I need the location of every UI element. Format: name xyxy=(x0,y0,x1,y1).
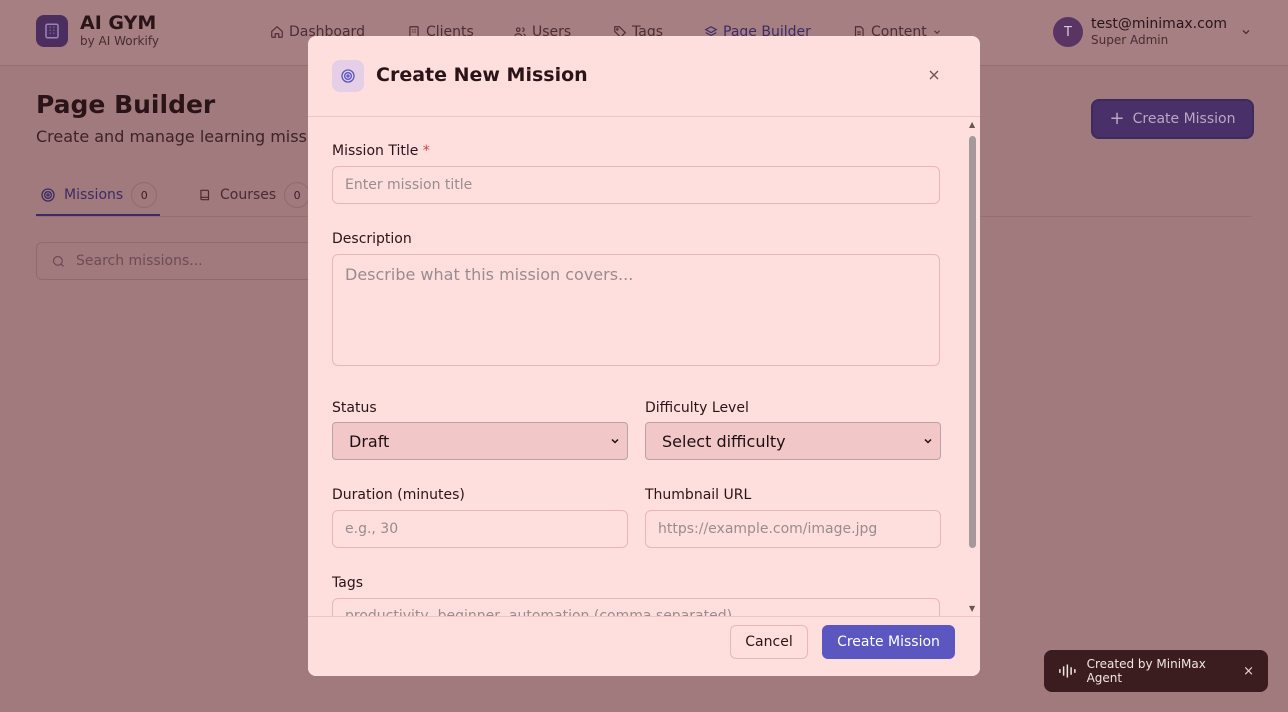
target-icon xyxy=(41,188,55,202)
building-logo-icon xyxy=(36,15,68,47)
badge-text: Created by MiniMax Agent xyxy=(1086,657,1206,685)
chevron-down-icon xyxy=(1242,30,1250,35)
required-marker: * xyxy=(422,143,430,159)
home-icon xyxy=(271,25,283,38)
plus-icon: + xyxy=(1109,108,1125,129)
user-role: Super Admin xyxy=(1091,33,1169,47)
book-icon xyxy=(200,189,210,201)
user-menu[interactable]: T test@minimax.com Super Admin xyxy=(1053,15,1252,49)
count-badge: 0 xyxy=(131,182,158,208)
user-email: test@minimax.com xyxy=(1091,16,1228,32)
create-mission-button[interactable]: + Create Mission xyxy=(1093,101,1252,137)
scroll-down-arrow-icon[interactable]: ▼ xyxy=(969,604,975,613)
brand[interactable]: AI GYM by AI Workify xyxy=(36,13,159,49)
description-textarea[interactable]: Describe what this mission covers... xyxy=(332,254,940,366)
cancel-button[interactable]: Cancel xyxy=(730,625,808,659)
avatar: T xyxy=(1053,17,1083,47)
create-mission-modal: Create New Mission Mission Title * Enter… xyxy=(308,36,980,676)
tab-courses[interactable]: Courses 0 xyxy=(198,176,311,214)
modal-title: Create New Mission xyxy=(376,64,588,86)
mission-title-label: Mission Title * xyxy=(332,143,430,159)
page-title: Page Builder xyxy=(36,90,216,119)
placeholder: productivity, beginner, automation (comm… xyxy=(345,608,733,616)
search-icon xyxy=(52,255,64,267)
scroll-up-arrow-icon[interactable]: ▲ xyxy=(969,120,975,129)
tab-missions[interactable]: Missions 0 xyxy=(40,176,158,214)
placeholder: Enter mission title xyxy=(345,177,473,193)
modal-footer: Cancel Create Mission xyxy=(308,616,980,676)
tab-label: Missions xyxy=(64,187,124,203)
thumbnail-url-input[interactable]: https://example.com/image.jpg xyxy=(645,510,941,548)
placeholder: Describe what this mission covers... xyxy=(345,265,634,284)
count-badge: 0 xyxy=(284,182,311,208)
active-tab-indicator xyxy=(36,214,160,216)
badge-close-icon[interactable]: × xyxy=(1243,664,1254,679)
selected-value: Draft xyxy=(349,431,390,451)
difficulty-label: Difficulty Level xyxy=(645,400,749,416)
mission-title-input[interactable]: Enter mission title xyxy=(332,166,940,204)
placeholder: e.g., 30 xyxy=(345,521,399,537)
minimax-badge[interactable]: Created by MiniMax Agent × xyxy=(1044,650,1268,692)
label-text: Mission Title xyxy=(332,143,419,159)
difficulty-select[interactable]: Select difficulty xyxy=(645,422,941,460)
placeholder: https://example.com/image.jpg xyxy=(658,521,878,537)
create-mission-submit-button[interactable]: Create Mission xyxy=(822,625,955,659)
tags-input[interactable]: productivity, beginner, automation (comm… xyxy=(332,598,940,616)
tags-label: Tags xyxy=(332,575,363,591)
thumbnail-label: Thumbnail URL xyxy=(645,487,752,503)
modal-header: Create New Mission xyxy=(308,36,980,117)
description-label: Description xyxy=(332,231,412,247)
status-select[interactable]: Draft xyxy=(332,422,628,460)
duration-label: Duration (minutes) xyxy=(332,487,465,503)
selected-value: Select difficulty xyxy=(662,431,786,451)
duration-input[interactable]: e.g., 30 xyxy=(332,510,628,548)
page-subtitle: Create and manage learning missions xyxy=(36,127,308,146)
close-icon xyxy=(929,70,939,80)
brand-subtitle: by AI Workify xyxy=(80,34,159,48)
waveform-icon xyxy=(1059,664,1076,678)
target-icon xyxy=(332,60,364,92)
status-label: Status xyxy=(332,400,377,416)
modal-scrollbar[interactable]: ▲ ▼ xyxy=(967,120,979,616)
create-mission-label: Create Mission xyxy=(1132,111,1236,127)
tab-label: Courses xyxy=(220,187,277,203)
modal-form: Mission Title * Enter mission title Desc… xyxy=(308,118,980,616)
close-button[interactable] xyxy=(913,60,955,90)
chevron-down-icon xyxy=(611,438,619,444)
scrollbar-thumb[interactable] xyxy=(969,136,976,548)
brand-title: AI GYM xyxy=(80,12,157,34)
chevron-down-icon xyxy=(924,438,932,444)
search-placeholder: Search missions... xyxy=(76,253,203,269)
